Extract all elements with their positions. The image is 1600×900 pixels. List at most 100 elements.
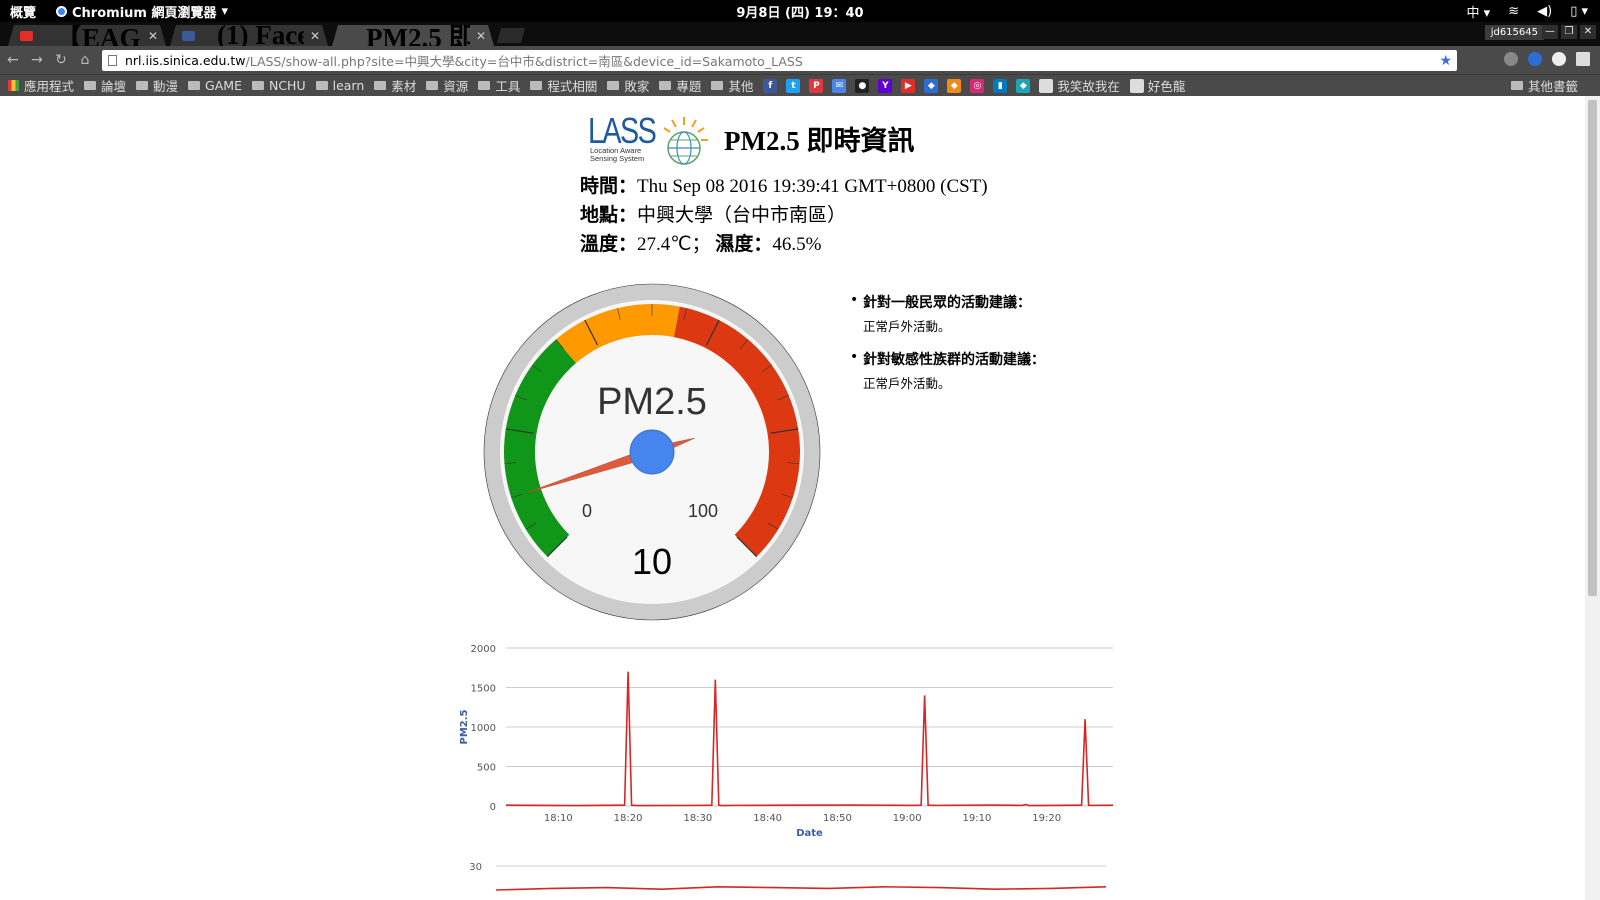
input-method-label: 中 xyxy=(1466,5,1480,21)
bookmark-label: 其他 xyxy=(728,79,754,94)
vertical-scrollbar[interactable] xyxy=(1585,96,1600,900)
bookmark-folder[interactable]: 論壇 xyxy=(84,76,126,95)
folder-icon xyxy=(315,81,328,90)
scrollbar-thumb[interactable] xyxy=(1588,100,1597,596)
restore-icon[interactable]: ❐ xyxy=(1561,25,1577,39)
battery-icon[interactable]: ▯ ▾ xyxy=(1570,4,1588,19)
folder-icon xyxy=(478,81,491,90)
sensor-info: 時間：Thu Sep 08 2016 19:39:41 GMT+0800 (CS… xyxy=(580,172,988,259)
bookmark-star-icon[interactable]: ★ xyxy=(1439,53,1452,69)
other-bookmarks[interactable]: 其他書籤 xyxy=(1510,76,1578,95)
yahoo-icon[interactable]: Y xyxy=(878,78,893,93)
instagram-icon[interactable]: ◎ xyxy=(970,78,985,93)
bookmark-folder[interactable]: NCHU xyxy=(251,78,306,93)
app-menu[interactable]: Chromium 網頁瀏覽器 ▾ xyxy=(56,2,228,21)
home-icon[interactable]: ⌂ xyxy=(74,52,96,68)
input-method-indicator[interactable]: 中 ▾ xyxy=(1467,2,1491,21)
close-tab-icon[interactable]: ✕ xyxy=(148,29,158,43)
orange-icon[interactable]: ◆ xyxy=(947,78,962,93)
tab-youtube[interactable]: 【EAG】台語崩潰 ✕ xyxy=(8,25,166,46)
folder-icon xyxy=(607,81,620,90)
extension-icon[interactable] xyxy=(1552,52,1566,66)
bookmark-label: 素材 xyxy=(391,79,417,94)
bookmark-folder[interactable]: 工具 xyxy=(478,76,520,95)
folder-icon xyxy=(374,81,387,90)
back-arrow-icon[interactable]: ← xyxy=(2,52,24,68)
activities-overview-button[interactable]: 概覽 xyxy=(0,2,46,21)
gauge-value-label: 10 xyxy=(632,541,672,582)
extension-icon[interactable] xyxy=(1528,52,1542,66)
bookmark-folder[interactable]: 敗家 xyxy=(607,76,649,95)
cyan-icon[interactable]: ◆ xyxy=(1016,78,1031,93)
address-bar[interactable]: nrl.iis.sinica.edu.tw/LASS/show-all.php?… xyxy=(102,50,1457,71)
bookmark-folder[interactable]: 專題 xyxy=(659,76,701,95)
url-path: /LASS/show-all.php?site=中興大學&city=台中市&di… xyxy=(245,54,803,69)
pixiv-icon[interactable]: P xyxy=(809,78,824,93)
site-favicon-icon xyxy=(1039,78,1054,93)
bookmark-folder[interactable]: learn xyxy=(315,78,364,93)
bookmark-label: 敗家 xyxy=(624,79,650,94)
bookmark-label: 其他書籤 xyxy=(1527,79,1578,94)
x-tick-label: 19:10 xyxy=(963,813,992,824)
folder-icon xyxy=(84,81,97,90)
bookmark-folder[interactable]: 其他 xyxy=(711,76,753,95)
x-tick-label: 18:10 xyxy=(544,813,573,824)
facebook-icon[interactable]: f xyxy=(763,78,778,93)
tab-pm25[interactable]: PM2.5 即時資訊 ✕ xyxy=(332,25,494,46)
x-tick-label: 18:50 xyxy=(823,813,852,824)
trello-icon[interactable]: ▮ xyxy=(993,78,1008,93)
bookmark-folder[interactable]: 程式相關 xyxy=(530,76,597,95)
mail-icon[interactable]: ✉ xyxy=(832,78,847,93)
menu-icon[interactable] xyxy=(1576,52,1590,66)
bookmark-label: 動漫 xyxy=(153,79,179,94)
youtube-icon[interactable]: ▶ xyxy=(901,78,916,93)
system-clock[interactable]: 9月8日 (四) 19：40 xyxy=(0,2,1600,21)
close-tab-icon[interactable]: ✕ xyxy=(476,29,486,43)
extension-icons xyxy=(1504,52,1590,66)
bookmark-label: 程式相關 xyxy=(547,79,598,94)
bookmark-folder[interactable]: 動漫 xyxy=(136,76,178,95)
apps-grid-icon xyxy=(8,80,19,91)
bookmark-label: 應用程式 xyxy=(24,79,75,94)
extension-icon[interactable] xyxy=(1504,52,1518,66)
twitter-icon[interactable]: t xyxy=(786,78,801,93)
wifi-icon[interactable]: ≋ xyxy=(1508,4,1519,19)
humidity-value: 46.5% xyxy=(772,234,822,255)
location-value: 中興大學（台中市南區） xyxy=(637,205,847,226)
bookmark-label: GAME xyxy=(205,78,242,93)
system-tray[interactable]: 中 ▾ ≋ ◀) ▯ ▾ xyxy=(1467,2,1588,21)
bookmark-folder[interactable]: 素材 xyxy=(374,76,416,95)
y-tick-label: 1000 xyxy=(471,723,496,734)
bookmark-folder[interactable]: GAME xyxy=(188,78,242,93)
advice-answer: 正常戶外活動。 xyxy=(863,376,951,391)
page-title: PM2.5 即時資訊 xyxy=(724,125,915,156)
folder-icon xyxy=(136,81,149,90)
x-tick-label: 18:40 xyxy=(753,813,782,824)
github-icon[interactable]: ● xyxy=(855,78,870,93)
profile-button[interactable]: jd615645 xyxy=(1484,25,1544,40)
facebook-favicon-icon xyxy=(182,31,195,41)
bookmark-label: 資源 xyxy=(443,79,469,94)
volume-icon[interactable]: ◀) xyxy=(1537,4,1552,19)
bookmark-link[interactable]: 好色龍 xyxy=(1129,76,1186,95)
blue-icon[interactable]: ◆ xyxy=(924,78,939,93)
close-window-icon[interactable]: ✕ xyxy=(1580,25,1596,39)
folder-icon xyxy=(1510,81,1523,90)
second-line-chart: 30 xyxy=(469,862,1107,891)
bookmark-label: 論壇 xyxy=(101,79,127,94)
minimize-icon[interactable]: — xyxy=(1542,25,1558,39)
new-tab-button[interactable] xyxy=(497,28,525,43)
reload-icon[interactable]: ↻ xyxy=(50,52,72,68)
tab-facebook[interactable]: (1) Facebook ✕ xyxy=(170,25,328,46)
close-tab-icon[interactable]: ✕ xyxy=(310,29,320,43)
youtube-favicon-icon xyxy=(20,31,33,41)
bookmark-link[interactable]: 我笑故我在 xyxy=(1039,76,1120,95)
bookmark-label: 好色龍 xyxy=(1147,79,1186,94)
forward-arrow-icon[interactable]: → xyxy=(26,52,48,68)
time-value: Thu Sep 08 2016 19:39:41 GMT+0800 (CST) xyxy=(637,176,988,197)
page-content: LASS Location Aware Sensing System PM2.5 … xyxy=(0,96,1585,900)
x-tick-label: 19:00 xyxy=(893,813,922,824)
url-host: nrl.iis.sinica.edu.tw xyxy=(125,53,246,68)
bookmark-apps[interactable]: 應用程式 xyxy=(8,76,74,95)
bookmark-folder[interactable]: 資源 xyxy=(426,76,468,95)
